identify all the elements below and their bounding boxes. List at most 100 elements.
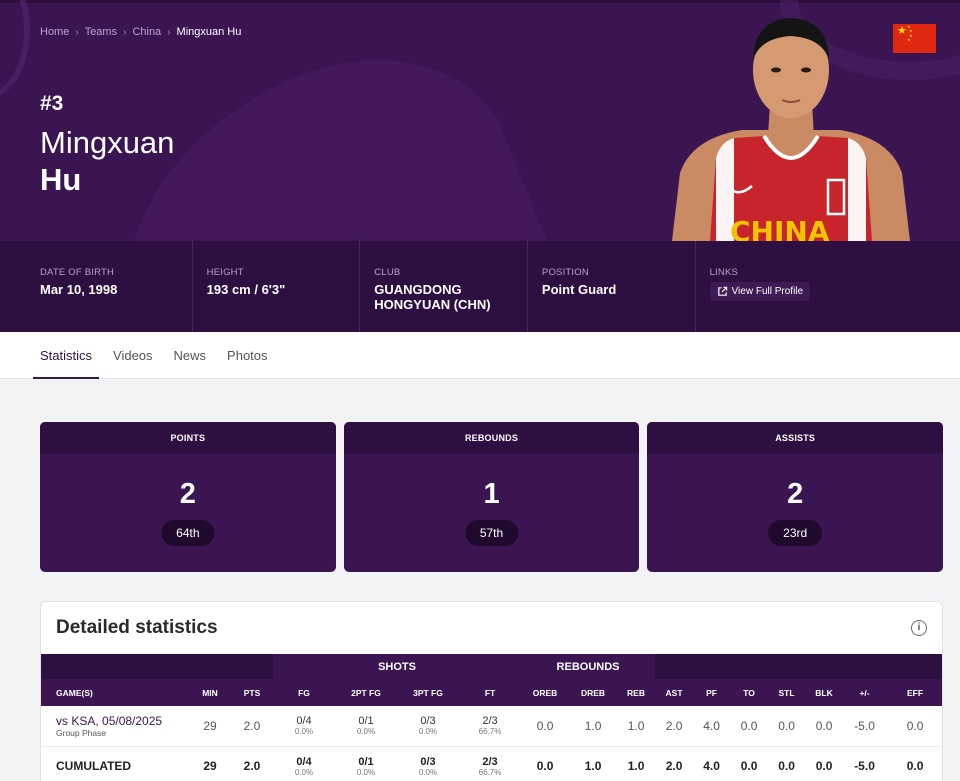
info-value: 193 cm / 6'3" [206,282,286,297]
breadcrumb: Home › Teams › China › Mingxuan Hu [40,26,241,38]
breadcrumb-home[interactable]: Home [40,26,69,38]
min-cell: 29 [189,746,231,781]
breadcrumb-teams[interactable]: Teams [85,26,117,38]
cumulated-label: CUMULATED [56,759,132,773]
detailed-statistics-panel: Detailed statistics i SHOTS REBOUNDS GAM… [40,601,943,781]
card-rank-badge: 57th [464,520,519,546]
blk-cell: 0.0 [805,706,844,747]
column-header[interactable]: MIN [189,679,231,706]
pf-cell: 4.0 [693,746,731,781]
view-full-profile-link[interactable]: View Full Profile [709,282,811,301]
card-value: 1 [483,478,500,510]
table-row: vs KSA, 05/08/2025 Group Phase 29 2.0 0/… [41,706,942,747]
stat-cards: POINTS 2 64th REBOUNDS 1 57th ASSISTS 2 … [40,422,944,572]
external-link-icon [717,286,727,296]
column-header[interactable]: REB [617,679,656,706]
min-cell: 29 [189,706,231,747]
column-header[interactable]: OREB [521,679,570,706]
background-shape [0,0,30,100]
jersey-text: CHINA [730,215,830,241]
pf-cell: 4.0 [693,706,731,747]
card-rank-badge: 64th [161,520,215,546]
view-full-profile-label: View Full Profile [731,286,804,297]
info-links: LINKS View Full Profile [696,241,960,332]
ast-cell: 2.0 [655,746,694,781]
chevron-right-icon: › [167,26,171,38]
assists-card: ASSISTS 2 23rd [647,422,944,572]
info-value: Point Guard [541,282,617,297]
column-header[interactable]: STL [768,679,806,706]
info-label: DATE OF BIRTH [40,267,115,278]
statistics-table: SHOTS REBOUNDS GAME(S) MIN PTS FG 2PT FG… [41,654,942,781]
to-cell: 0.0 [730,746,769,781]
tab-news[interactable]: News [167,332,214,379]
column-header[interactable]: AST [655,679,694,706]
detailed-statistics-title: Detailed statistics [56,617,218,638]
column-header[interactable]: TO [730,679,769,706]
info-value: Mar 10, 1998 [40,282,118,297]
chevron-right-icon: › [123,26,127,38]
info-position: POSITION Point Guard [528,241,696,332]
column-header[interactable]: 2PT FG [335,679,397,706]
info-date-of-birth: DATE OF BIRTH Mar 10, 1998 [0,241,193,332]
column-header[interactable]: FG [273,679,335,706]
column-header[interactable]: BLK [805,679,844,706]
points-card: POINTS 2 64th [40,422,336,572]
info-label: POSITION [541,267,589,278]
column-header[interactable]: PTS [231,679,273,706]
tab-videos[interactable]: Videos [106,332,160,379]
eff-cell: 0.0 [886,746,942,781]
info-value: GUANGDONG HONGYUAN (CHN) [374,282,491,312]
game-cell: CUMULATED [41,746,189,781]
info-height: HEIGHT 193 cm / 6'3" [193,241,361,332]
info-label: LINKS [709,267,739,278]
player-hero: Home › Teams › China › Mingxuan Hu #3 Mi… [0,0,960,241]
to-cell: 0.0 [730,706,769,747]
blk-cell: 0.0 [805,746,844,781]
card-label: REBOUNDS [343,422,640,454]
player-photo: CHINA [672,18,910,241]
player-name: Mingxuan Hu [40,124,174,198]
info-label: HEIGHT [206,267,244,278]
column-header[interactable]: GAME(S) [41,679,189,706]
info-label: CLUB [374,267,401,278]
player-first-name: Mingxuan [40,125,175,160]
fg3-cell: 0/3 0.0% [397,706,459,747]
card-value: 2 [787,478,804,510]
column-header[interactable]: DREB [569,679,618,706]
table-column-header: GAME(S) MIN PTS FG 2PT FG 3PT FG FT OREB… [41,679,942,706]
stl-cell: 0.0 [768,706,806,747]
card-label: ASSISTS [647,422,944,454]
ft-cell: 2/3 66.7% [459,706,522,747]
ast-cell: 2.0 [655,706,694,747]
reb-cell: 1.0 [617,706,656,747]
reb-cell: 1.0 [617,746,656,781]
dreb-cell: 1.0 [569,746,618,781]
player-last-name: Hu [40,162,82,197]
tab-statistics[interactable]: Statistics [33,332,100,379]
breadcrumb-china[interactable]: China [132,26,161,38]
game-phase: Group Phase [56,727,107,738]
oreb-cell: 0.0 [521,706,570,747]
pts-cell: 2.0 [231,746,273,781]
column-header[interactable]: 3PT FG [397,679,459,706]
oreb-cell: 0.0 [521,746,570,781]
card-rank-badge: 23rd [768,520,823,546]
pts-cell: 2.0 [231,706,273,747]
cumulated-row: CUMULATED 29 2.0 0/4 0.0% 0/1 0.0% 0/3 0.0%… [41,746,942,781]
chevron-right-icon: › [75,26,79,38]
info-club: CLUB GUANGDONG HONGYUAN (CHN) [360,241,528,332]
column-header[interactable]: EFF [886,679,942,706]
info-icon[interactable]: i [911,620,927,636]
column-header[interactable]: PF [693,679,731,706]
rebounds-group-header: REBOUNDS [521,654,656,679]
fg3-cell: 0/3 0.0% [397,746,459,781]
game-link[interactable]: vs KSA, 05/08/2025 [56,714,189,728]
ft-cell: 2/3 66.7% [459,746,522,781]
player-info-bar: DATE OF BIRTH Mar 10, 1998 HEIGHT 193 cm… [0,241,960,332]
column-header[interactable]: FT [459,679,522,706]
rebounds-card: REBOUNDS 1 57th [343,422,640,572]
column-header[interactable]: +/- [843,679,887,706]
tab-photos[interactable]: Photos [220,332,274,379]
card-value: 2 [179,478,196,510]
